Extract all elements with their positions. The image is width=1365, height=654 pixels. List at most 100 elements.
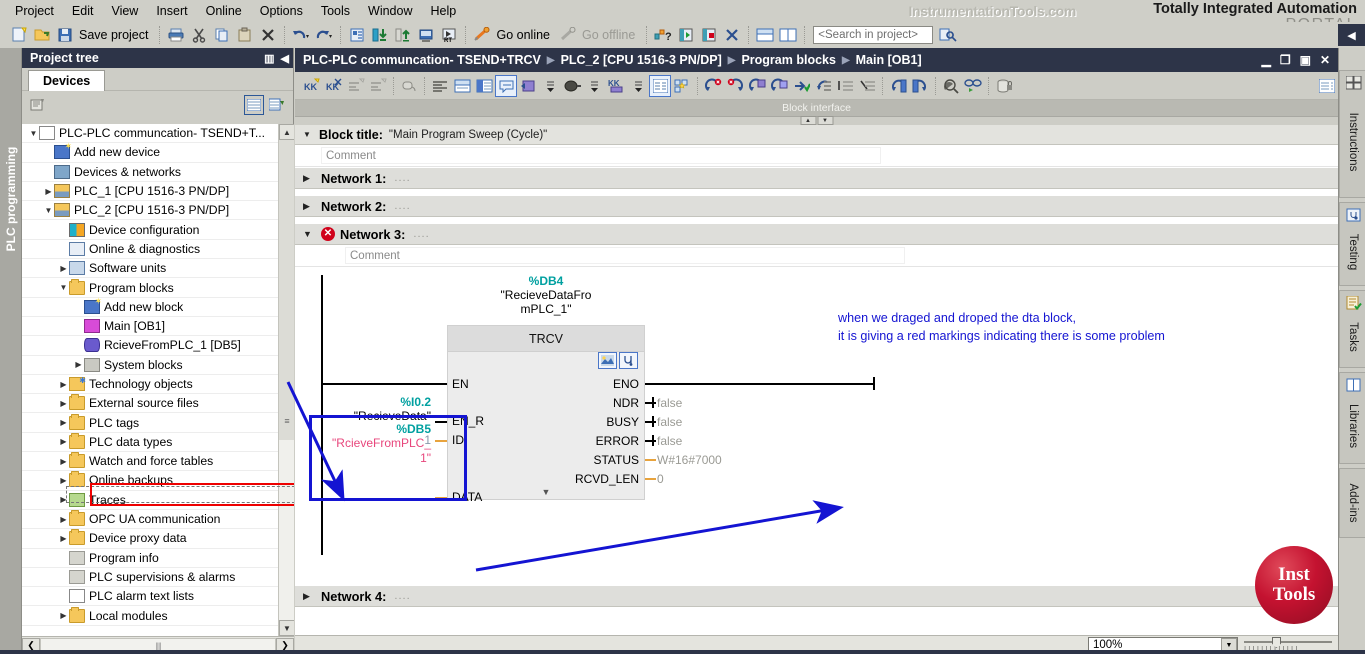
network-2-title[interactable]: .... <box>394 200 410 212</box>
network-2-twisty[interactable]: ▶ <box>303 201 321 212</box>
tree-item-system-blocks[interactable]: ▶ System blocks <box>22 356 278 375</box>
data-db-number[interactable]: %DB5 <box>329 422 431 436</box>
tree-item-add-new-device[interactable]: Add new device <box>22 141 278 163</box>
tree-item-technology-objects[interactable]: ▶ Technology objects <box>22 375 278 395</box>
insert-input-icon[interactable] <box>517 75 539 97</box>
project-tree-vertical-scrollbar[interactable]: ▲ ≡ ▼ <box>278 124 294 636</box>
chevron-down-icon[interactable]: ▼ <box>28 129 39 138</box>
tree-item-device-proxy-data[interactable]: ▶ Device proxy data <box>22 529 278 549</box>
scroll-thumb[interactable] <box>279 140 294 440</box>
tree-item-opc-ua-communication[interactable]: ▶ OPC UA communication <box>22 510 278 530</box>
network-row-2[interactable]: ▶ Network 2: .... <box>295 195 1338 217</box>
vertical-tab-plc-programming[interactable]: PLC programming <box>0 48 22 350</box>
tab-devices[interactable]: Devices <box>28 70 106 91</box>
chevron-right-icon[interactable]: ▶ <box>58 476 69 485</box>
print-icon[interactable] <box>165 24 187 46</box>
data-db-name-line1[interactable]: "RcieveFromPLC_ <box>329 436 431 450</box>
chevron-right-icon[interactable]: ▶ <box>58 611 69 620</box>
menu-item-edit[interactable]: Edit <box>63 2 103 20</box>
show-previous-page-icon[interactable] <box>887 75 909 97</box>
save-project-label[interactable]: Save project <box>77 28 154 42</box>
en-r-address[interactable]: %I0.2 <box>335 395 431 409</box>
task-card-tasks[interactable]: Tasks <box>1339 290 1365 368</box>
tree-item-devices-networks[interactable]: Devices & networks <box>22 163 278 182</box>
tree-item-plc-1-cpu-1516-3-pn-dp[interactable]: ▶ PLC_1 [CPU 1516-3 PN/DP] <box>22 182 278 202</box>
menu-item-window[interactable]: Window <box>359 2 421 20</box>
task-card-instructions[interactable]: Instructions <box>1339 70 1365 198</box>
go-online-label[interactable]: Go online <box>494 28 556 42</box>
chevron-down-icon[interactable]: ▼ <box>43 206 54 215</box>
instance-db-number[interactable]: %DB4 <box>447 274 645 289</box>
splitter-up-arrow[interactable]: ▲ <box>800 116 816 125</box>
search-input[interactable]: <Search in project> <box>813 26 934 44</box>
undo-icon[interactable] <box>290 24 312 46</box>
chevron-right-icon[interactable]: ▶ <box>58 515 69 524</box>
menu-item-insert[interactable]: Insert <box>147 2 196 20</box>
start-simulation-icon[interactable] <box>415 24 437 46</box>
block-interface-bar[interactable]: Block interface <box>295 100 1338 116</box>
minimize-button[interactable]: ▁ <box>1262 53 1271 67</box>
network-row-1[interactable]: ▶ Network 1: .... <box>295 167 1338 189</box>
restore-button[interactable]: ❐ <box>1280 53 1291 67</box>
data-db-name-line2[interactable]: 1" <box>329 451 431 465</box>
toggle-comments-icon[interactable] <box>495 74 517 97</box>
dock-columns-icon[interactable]: ▥ <box>264 52 274 65</box>
disable-rung-icon[interactable] <box>856 75 878 97</box>
scroll-grip[interactable]: ≡ <box>279 414 294 428</box>
tree-item-device-configuration[interactable]: Device configuration <box>22 220 278 240</box>
maximize-button[interactable]: ▣ <box>1300 53 1311 67</box>
compile-icon[interactable] <box>346 24 368 46</box>
network-row-4[interactable]: ▶ Network 4: .... <box>295 585 1338 607</box>
modify-call-dropdown-icon[interactable] <box>627 75 649 97</box>
chevron-right-icon[interactable]: ▶ <box>58 457 69 466</box>
block-parameter-icon[interactable] <box>619 352 638 369</box>
show-hide-block-comment-icon[interactable] <box>451 75 473 97</box>
scroll-up-button[interactable]: ▲ <box>279 124 294 140</box>
insert-output-dropdown-icon[interactable] <box>583 75 605 97</box>
favorites-icon[interactable] <box>671 75 693 97</box>
block-protection-icon[interactable] <box>993 75 1015 97</box>
menu-item-help[interactable]: Help <box>421 2 465 20</box>
copy-icon[interactable] <box>211 24 233 46</box>
menu-item-tools[interactable]: Tools <box>312 2 359 20</box>
editor-options-icon[interactable] <box>1316 75 1338 97</box>
monitor-value-icon[interactable] <box>962 75 984 97</box>
go-to-next-error-icon[interactable] <box>702 75 724 97</box>
split-editor-horizontal-icon[interactable] <box>754 24 776 46</box>
collapse-panel-icon[interactable]: ◀ <box>281 52 289 65</box>
menu-item-online[interactable]: Online <box>197 2 251 20</box>
paste-icon[interactable] <box>234 24 256 46</box>
tree-item-plc-supervisions-alarms[interactable]: PLC supervisions & alarms <box>22 568 278 588</box>
new-project-icon[interactable] <box>8 24 30 46</box>
chevron-right-icon[interactable]: ▶ <box>43 187 54 196</box>
modify-call-icon[interactable]: KK <box>605 75 627 97</box>
chevron-right-icon[interactable]: ▶ <box>73 360 84 369</box>
breadcrumb-item-plc[interactable]: PLC_2 [CPU 1516-3 PN/DP] <box>561 53 722 67</box>
network-row-3[interactable]: ▼ ✕ Network 3: .... <box>295 223 1338 245</box>
tree-item-program-blocks[interactable]: ▼ Program blocks <box>22 278 278 298</box>
tree-item-traces[interactable]: ▶ Traces <box>22 491 278 510</box>
tree-item-plc-2-cpu-1516-3-pn-dp[interactable]: ▼ PLC_2 [CPU 1516-3 PN/DP] <box>22 201 278 221</box>
network-4-twisty[interactable]: ▶ <box>303 591 321 602</box>
tree-item-software-units[interactable]: ▶ Software units <box>22 259 278 279</box>
tree-item-local-modules[interactable]: ▶ Local modules <box>22 606 278 626</box>
chevron-down-icon[interactable]: ▼ <box>58 283 69 292</box>
close-view-icon[interactable] <box>721 24 743 46</box>
chevron-right-icon[interactable]: ▶ <box>58 495 69 504</box>
block-interface-splitter[interactable]: ▲ ▼ <box>295 116 1338 125</box>
start-cpu-icon[interactable] <box>675 24 697 46</box>
show-hide-network-comment-icon[interactable] <box>473 75 495 97</box>
tree-item-plc-tags[interactable]: ▶ PLC tags <box>22 413 278 433</box>
split-editor-vertical-icon[interactable] <box>777 24 799 46</box>
delete-icon[interactable] <box>257 24 279 46</box>
block-title-twisty[interactable]: ▼ <box>303 130 319 139</box>
block-title-value[interactable]: "Main Program Sweep (Cycle)" <box>389 129 547 141</box>
chevron-right-icon[interactable]: ▶ <box>58 534 69 543</box>
tree-item-rcievefromplc-1-db5[interactable]: RcieveFromPLC_1 [DB5] <box>22 336 278 356</box>
go-to-previous-error-icon[interactable] <box>724 75 746 97</box>
tree-item-add-new-block[interactable]: Add new block <box>22 296 278 317</box>
collapse-task-card-icon[interactable]: ◀ <box>1338 24 1365 46</box>
save-icon[interactable] <box>54 24 76 46</box>
search-go-icon[interactable] <box>937 24 959 46</box>
tree-item-plc-alarm-text-lists[interactable]: PLC alarm text lists <box>22 587 278 607</box>
